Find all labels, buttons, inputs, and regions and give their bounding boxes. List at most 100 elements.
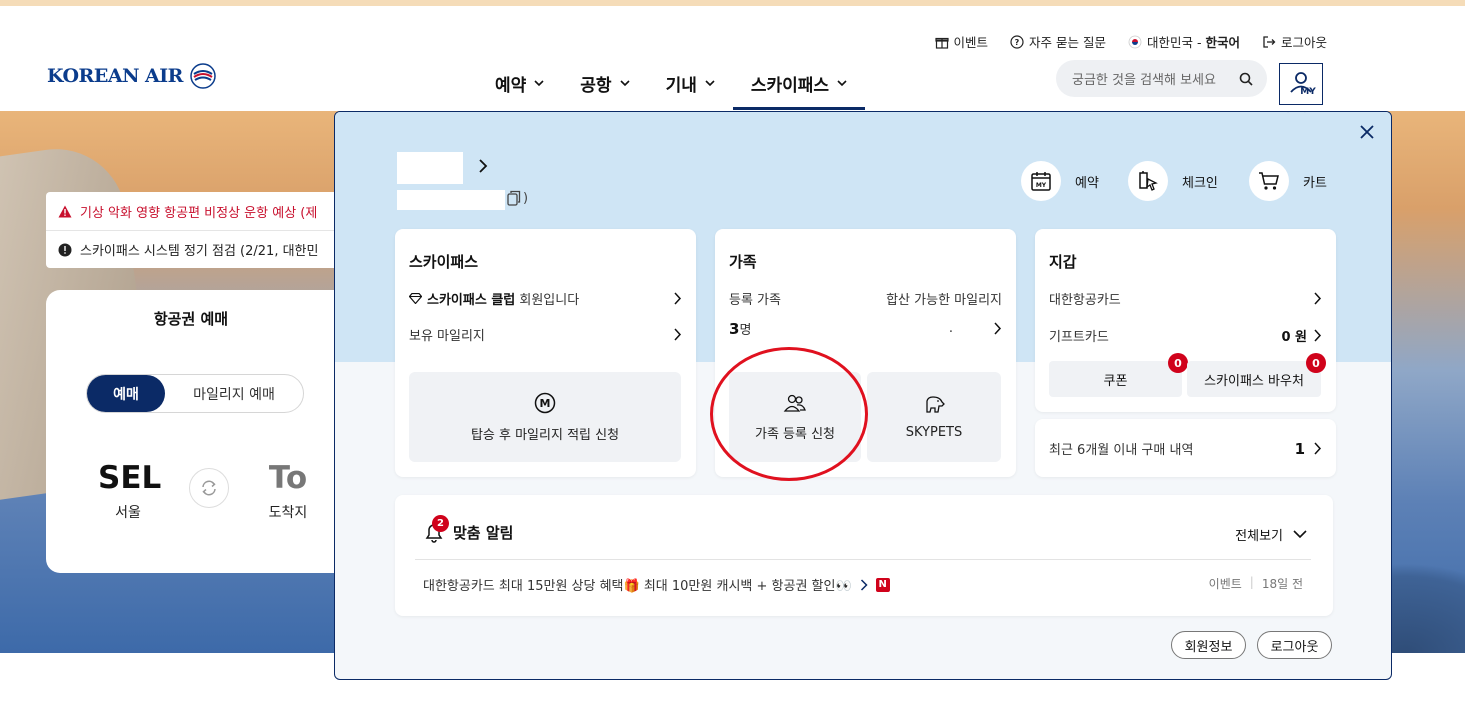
calendar-my-icon: MY bbox=[1031, 172, 1051, 191]
chevron-right-icon bbox=[1314, 292, 1322, 305]
masked-username bbox=[397, 152, 463, 184]
quick-cart[interactable]: 카트 bbox=[1249, 161, 1327, 201]
club-name: 스카이패스 클럽 bbox=[427, 293, 516, 308]
gift-card-row[interactable]: 기프트카드 0 원 bbox=[1049, 326, 1322, 345]
swap-route-button[interactable] bbox=[189, 468, 229, 508]
chevron-right-icon bbox=[1314, 329, 1322, 342]
tab-mileage-booking[interactable]: 마일리지 예매 bbox=[165, 384, 303, 404]
my-label: MY bbox=[1300, 87, 1316, 97]
util-event[interactable]: 이벤트 bbox=[934, 32, 989, 51]
nav-skypass[interactable]: 스카이패스 bbox=[732, 58, 866, 110]
quick-reservation[interactable]: MY 예약 bbox=[1021, 161, 1099, 201]
swap-icon bbox=[202, 480, 216, 496]
booking-card: 항공권 예매 예매 마일리지 예매 SEL 서울 To 도착지 bbox=[46, 290, 346, 573]
tile-label: SKYPETS bbox=[905, 424, 963, 440]
quick-icon-circle bbox=[1128, 161, 1168, 201]
family-card: 가족 등록 가족 합산 가능한 마일리지 3명 . 가족 등록 신청 SKYPE… bbox=[715, 229, 1016, 477]
family-count-unit: 명 bbox=[739, 323, 752, 338]
purchase-row: 최근 6개월 이내 구매 내역 1 bbox=[1049, 439, 1322, 458]
alert-count-badge: 2 bbox=[432, 515, 449, 532]
my-dropdown-panel: ) MY 예약 체크인 카트 스카이패스 스카이패스 클럽 회원입니다 보유 마… bbox=[334, 111, 1392, 680]
utility-menu: 이벤트 ? 자주 묻는 질문 대한민국 - 한국어 로그아웃 bbox=[934, 32, 1327, 51]
meta-separator: | bbox=[1249, 575, 1254, 589]
util-faq[interactable]: ? 자주 묻는 질문 bbox=[1010, 32, 1106, 51]
util-faq-label: 자주 묻는 질문 bbox=[1029, 35, 1106, 50]
korea-flag-icon bbox=[1128, 35, 1142, 48]
chevron-right-icon bbox=[674, 328, 682, 341]
taeguk-logo-icon bbox=[190, 63, 216, 89]
purchase-label: 최근 6개월 이내 구매 내역 bbox=[1049, 443, 1194, 458]
coupon-label: 쿠폰 bbox=[1103, 373, 1128, 389]
chevron-down-icon bbox=[837, 80, 847, 87]
main-nav: 예약 공항 기내 스카이패스 bbox=[477, 58, 866, 110]
skypass-voucher-button[interactable]: 스카이패스 바우처 bbox=[1187, 361, 1321, 397]
alerts-divider bbox=[415, 559, 1311, 560]
alert-item[interactable]: 대한항공카드 최대 15만원 상당 혜택🎁 최대 10만원 캐시백 + 항공권 … bbox=[423, 575, 890, 594]
mileage-label: 보유 마일리지 bbox=[409, 329, 485, 344]
combinable-mileage-label: 합산 가능한 마일리지 bbox=[886, 293, 1002, 308]
purchase-history-card[interactable]: 최근 6개월 이내 구매 내역 1 bbox=[1035, 419, 1336, 477]
quick-label: 카트 bbox=[1303, 175, 1327, 191]
skypass-club-row[interactable]: 스카이패스 클럽 회원입니다 bbox=[409, 289, 682, 308]
koreanair-card-row[interactable]: 대한항공카드 bbox=[1049, 289, 1322, 308]
family-users-icon bbox=[783, 394, 806, 412]
member-info-button[interactable]: 회원정보 bbox=[1171, 631, 1246, 659]
origin-selector[interactable]: SEL 서울 bbox=[98, 460, 162, 522]
alert-item-text-b: 최대 10만원 캐시백 + 항공권 할인 bbox=[639, 579, 836, 594]
search-icon[interactable] bbox=[1239, 72, 1253, 86]
quick-label: 체크인 bbox=[1182, 175, 1218, 191]
booking-title: 항공권 예매 bbox=[153, 310, 229, 328]
korean-air-logo[interactable]: KOREAN AIR bbox=[47, 62, 217, 90]
nav-reservation[interactable]: 예약 bbox=[477, 58, 562, 108]
close-icon[interactable] bbox=[1357, 122, 1377, 142]
mileage-accrual-request-button[interactable]: M 탑승 후 마일리지 적립 신청 bbox=[409, 372, 681, 462]
copy-member-number[interactable]: ) bbox=[507, 190, 528, 206]
search-box[interactable]: 궁금한 것을 검색해 보세요 bbox=[1056, 60, 1267, 97]
util-region-label: 대한민국 - bbox=[1147, 35, 1206, 50]
skypets-button[interactable]: SKYPETS bbox=[867, 372, 1001, 462]
notice-maintenance[interactable]: 스카이패스 시스템 정기 점검 (2/21, 대한민 bbox=[46, 230, 346, 268]
mileage-row[interactable]: 보유 마일리지 bbox=[409, 325, 682, 344]
skypass-card-title: 스카이패스 bbox=[409, 253, 479, 271]
quick-checkin[interactable]: 체크인 bbox=[1128, 161, 1218, 201]
wallet-card: 지갑 대한항공카드 기프트카드 0 원 쿠폰 0 스카이패스 바우처 0 bbox=[1035, 229, 1336, 412]
nav-airport[interactable]: 공항 bbox=[562, 58, 647, 108]
chevron-down-icon bbox=[619, 80, 630, 87]
view-all-toggle[interactable]: 전체보기 bbox=[1235, 525, 1307, 544]
skypass-card: 스카이패스 스카이패스 클럽 회원입니다 보유 마일리지 M 탑승 후 마일리지… bbox=[395, 229, 696, 477]
chevron-right-icon bbox=[674, 292, 682, 305]
origin-code: SEL bbox=[98, 460, 162, 496]
notice-weather[interactable]: 기상 악화 영향 항공편 비정상 운항 예상 (제 bbox=[46, 192, 346, 230]
quick-icon-circle: MY bbox=[1021, 161, 1061, 201]
warning-icon bbox=[58, 205, 72, 217]
destination-selector[interactable]: To 도착지 bbox=[258, 460, 318, 522]
util-logout[interactable]: 로그아웃 bbox=[1262, 32, 1327, 51]
util-region-language[interactable]: 대한민국 - 한국어 bbox=[1128, 32, 1240, 51]
my-page-button[interactable]: MY bbox=[1279, 63, 1323, 105]
search-placeholder: 궁금한 것을 검색해 보세요 bbox=[1072, 73, 1216, 88]
tile-label: 탑승 후 마일리지 적립 신청 bbox=[470, 427, 620, 443]
info-circle-icon bbox=[58, 243, 72, 256]
family-values-row[interactable]: 3명 . bbox=[729, 319, 1002, 338]
new-badge: N bbox=[875, 577, 890, 592]
tab-booking[interactable]: 예매 bbox=[87, 375, 165, 412]
coupon-button[interactable]: 쿠폰 bbox=[1049, 361, 1182, 397]
logout-icon bbox=[1263, 35, 1276, 48]
cart-icon bbox=[1259, 172, 1279, 190]
family-header-row: 등록 가족 합산 가능한 마일리지 bbox=[729, 289, 1002, 308]
booking-type-toggle: 예매 마일리지 예매 bbox=[86, 374, 304, 413]
nav-inflight[interactable]: 기내 bbox=[648, 58, 733, 108]
panel-logout-button[interactable]: 로그아웃 bbox=[1257, 631, 1332, 659]
alerts-header: 2 맞춤 알림 bbox=[423, 515, 513, 543]
alert-time: 18일 전 bbox=[1261, 577, 1303, 591]
purchase-count: 1 bbox=[1294, 439, 1305, 458]
copy-suffix: ) bbox=[523, 190, 529, 206]
family-registration-button[interactable]: 가족 등록 신청 bbox=[729, 372, 861, 462]
coupon-count-badge: 0 bbox=[1168, 353, 1188, 373]
dog-icon bbox=[926, 395, 945, 413]
util-event-label: 이벤트 bbox=[953, 35, 989, 50]
logo-text: KOREAN AIR bbox=[47, 65, 183, 87]
chevron-right-icon[interactable] bbox=[478, 159, 488, 173]
svg-text:?: ? bbox=[1015, 38, 1020, 47]
diamond-icon bbox=[409, 293, 422, 304]
